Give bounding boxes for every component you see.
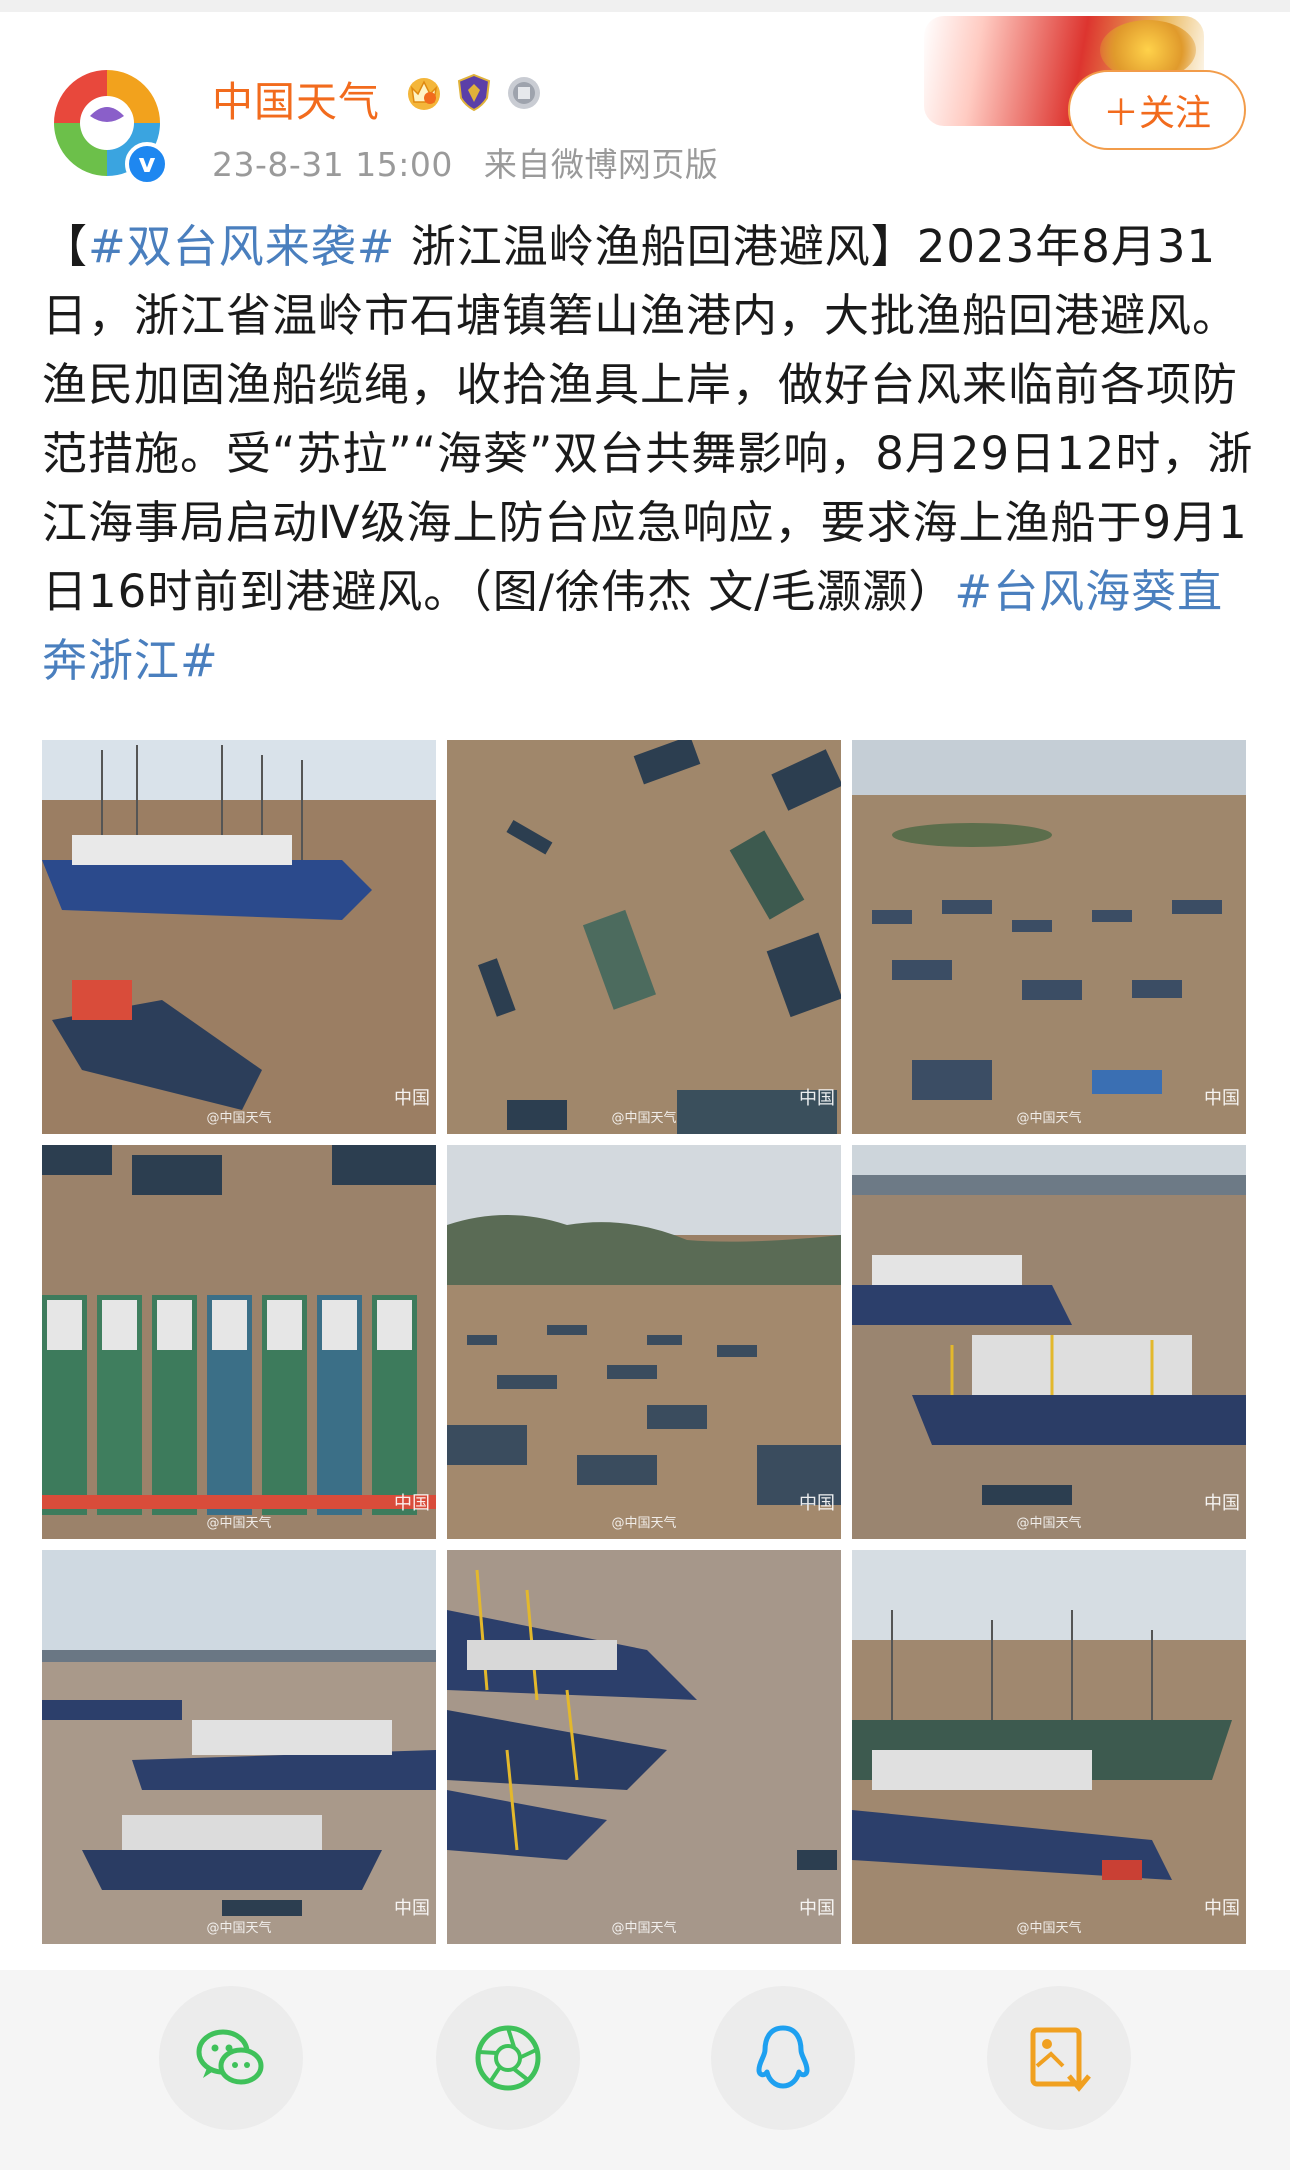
bracket: 【	[42, 220, 89, 273]
watermark-logo: 中国	[394, 1088, 430, 1109]
watermark: @中国天气	[1016, 1111, 1082, 1126]
watermark: @中国天气	[1016, 1921, 1082, 1936]
username[interactable]: 中国天气	[212, 68, 380, 128]
verified-badge: v	[125, 142, 169, 186]
photo-thumbnail[interactable]: @中国天气 中国	[852, 1145, 1246, 1539]
shield-badge-icon[interactable]	[454, 72, 494, 112]
watermark: @中国天气	[1016, 1516, 1082, 1531]
watermark-logo: 中国	[394, 1898, 430, 1919]
watermark-logo: 中国	[799, 1898, 835, 1919]
save-image-button[interactable]	[987, 1986, 1131, 2130]
share-wechat-button[interactable]	[159, 1986, 303, 2130]
watermark-logo: 中国	[1204, 1898, 1240, 1919]
watermark: @中国天气	[206, 1516, 272, 1531]
user-badges	[404, 72, 544, 112]
watermark: @中国天气	[206, 1921, 272, 1936]
top-divider	[0, 0, 1290, 12]
photo-thumbnail[interactable]: @中国天气 中国	[852, 740, 1246, 1134]
save-image-icon	[1030, 2027, 1091, 2092]
share-qq-button[interactable]	[711, 1986, 855, 2130]
photo-grid: @中国天气 中国 @中国天气 中国 @中国天气 中国 @中国天气 中国 @中国天…	[42, 740, 1246, 1944]
watermark-logo: 中国	[1204, 1088, 1240, 1109]
photo-thumbnail[interactable]: @中国天气 中国	[447, 1145, 841, 1539]
post-meta: 23-8-31 15:00 来自微博网页版	[212, 138, 718, 186]
post-body-text: 浙江温岭渔船回港避风】2023年8月31日，浙江省温岭市石塘镇箬山渔港内，大批渔…	[42, 220, 1254, 618]
hashtag-link[interactable]: #双台风来袭#	[88, 220, 395, 273]
photo-thumbnail[interactable]: @中国天气 中国	[42, 740, 436, 1134]
answer-badge-icon[interactable]	[504, 72, 544, 112]
photo-thumbnail[interactable]: @中国天气 中国	[852, 1550, 1246, 1944]
post-body: 【#双台风来袭# 浙江温岭渔船回港避风】2023年8月31日，浙江省温岭市石塘镇…	[42, 212, 1254, 695]
watermark: @中国天气	[611, 1111, 677, 1126]
photo-thumbnail[interactable]: @中国天气 中国	[447, 1550, 841, 1944]
watermark-logo: 中国	[394, 1493, 430, 1514]
watermark-logo: 中国	[799, 1088, 835, 1109]
follow-button[interactable]: ＋关注	[1068, 70, 1246, 150]
wechat-icon	[196, 2029, 264, 2085]
post-source[interactable]: 来自微博网页版	[484, 145, 719, 184]
moments-icon	[475, 2025, 541, 2091]
share-moments-button[interactable]	[436, 1986, 580, 2130]
crown-badge-icon[interactable]	[404, 72, 444, 112]
watermark: @中国天气	[206, 1111, 272, 1126]
watermark: @中国天气	[611, 1516, 677, 1531]
post-time: 23-8-31 15:00	[212, 145, 453, 184]
qq-icon	[756, 2025, 810, 2089]
watermark: @中国天气	[611, 1921, 677, 1936]
watermark-logo: 中国	[799, 1493, 835, 1514]
photo-thumbnail[interactable]: @中国天气 中国	[42, 1145, 436, 1539]
photo-thumbnail[interactable]: @中国天气 中国	[447, 740, 841, 1134]
photo-thumbnail[interactable]: @中国天气 中国	[42, 1550, 436, 1944]
watermark-logo: 中国	[1204, 1493, 1240, 1514]
